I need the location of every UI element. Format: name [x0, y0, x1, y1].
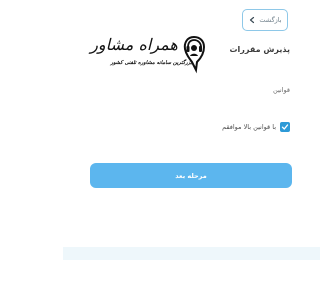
- logo-subtitle: بزرگترین سامانه مشاوره تلفنی کشور: [110, 60, 192, 66]
- footer-strip: [63, 247, 320, 260]
- page-title: پذیرش مقررات: [229, 45, 290, 54]
- next-step-label: مرحله بعد: [175, 171, 207, 180]
- headset-logo-icon: [181, 34, 207, 74]
- back-button[interactable]: بازگشت: [242, 9, 288, 31]
- logo-title: همراه مشاور: [90, 35, 178, 54]
- agree-label: با قوانین بالا موافقم: [222, 123, 276, 131]
- checkmark-icon: [281, 124, 289, 130]
- rules-label: قوانین: [273, 86, 290, 94]
- logo: همراه مشاور بزرگترین سامانه مشاوره تلفنی…: [77, 34, 207, 80]
- agree-checkbox[interactable]: [280, 122, 290, 132]
- screen: بازگشت همراه مشاور بزرگترین سامانه مشاور…: [63, 0, 320, 283]
- chevron-left-icon: [248, 16, 256, 24]
- next-step-button[interactable]: مرحله بعد: [90, 163, 292, 188]
- back-label: بازگشت: [259, 16, 282, 24]
- agree-row[interactable]: با قوانین بالا موافقم: [222, 122, 290, 132]
